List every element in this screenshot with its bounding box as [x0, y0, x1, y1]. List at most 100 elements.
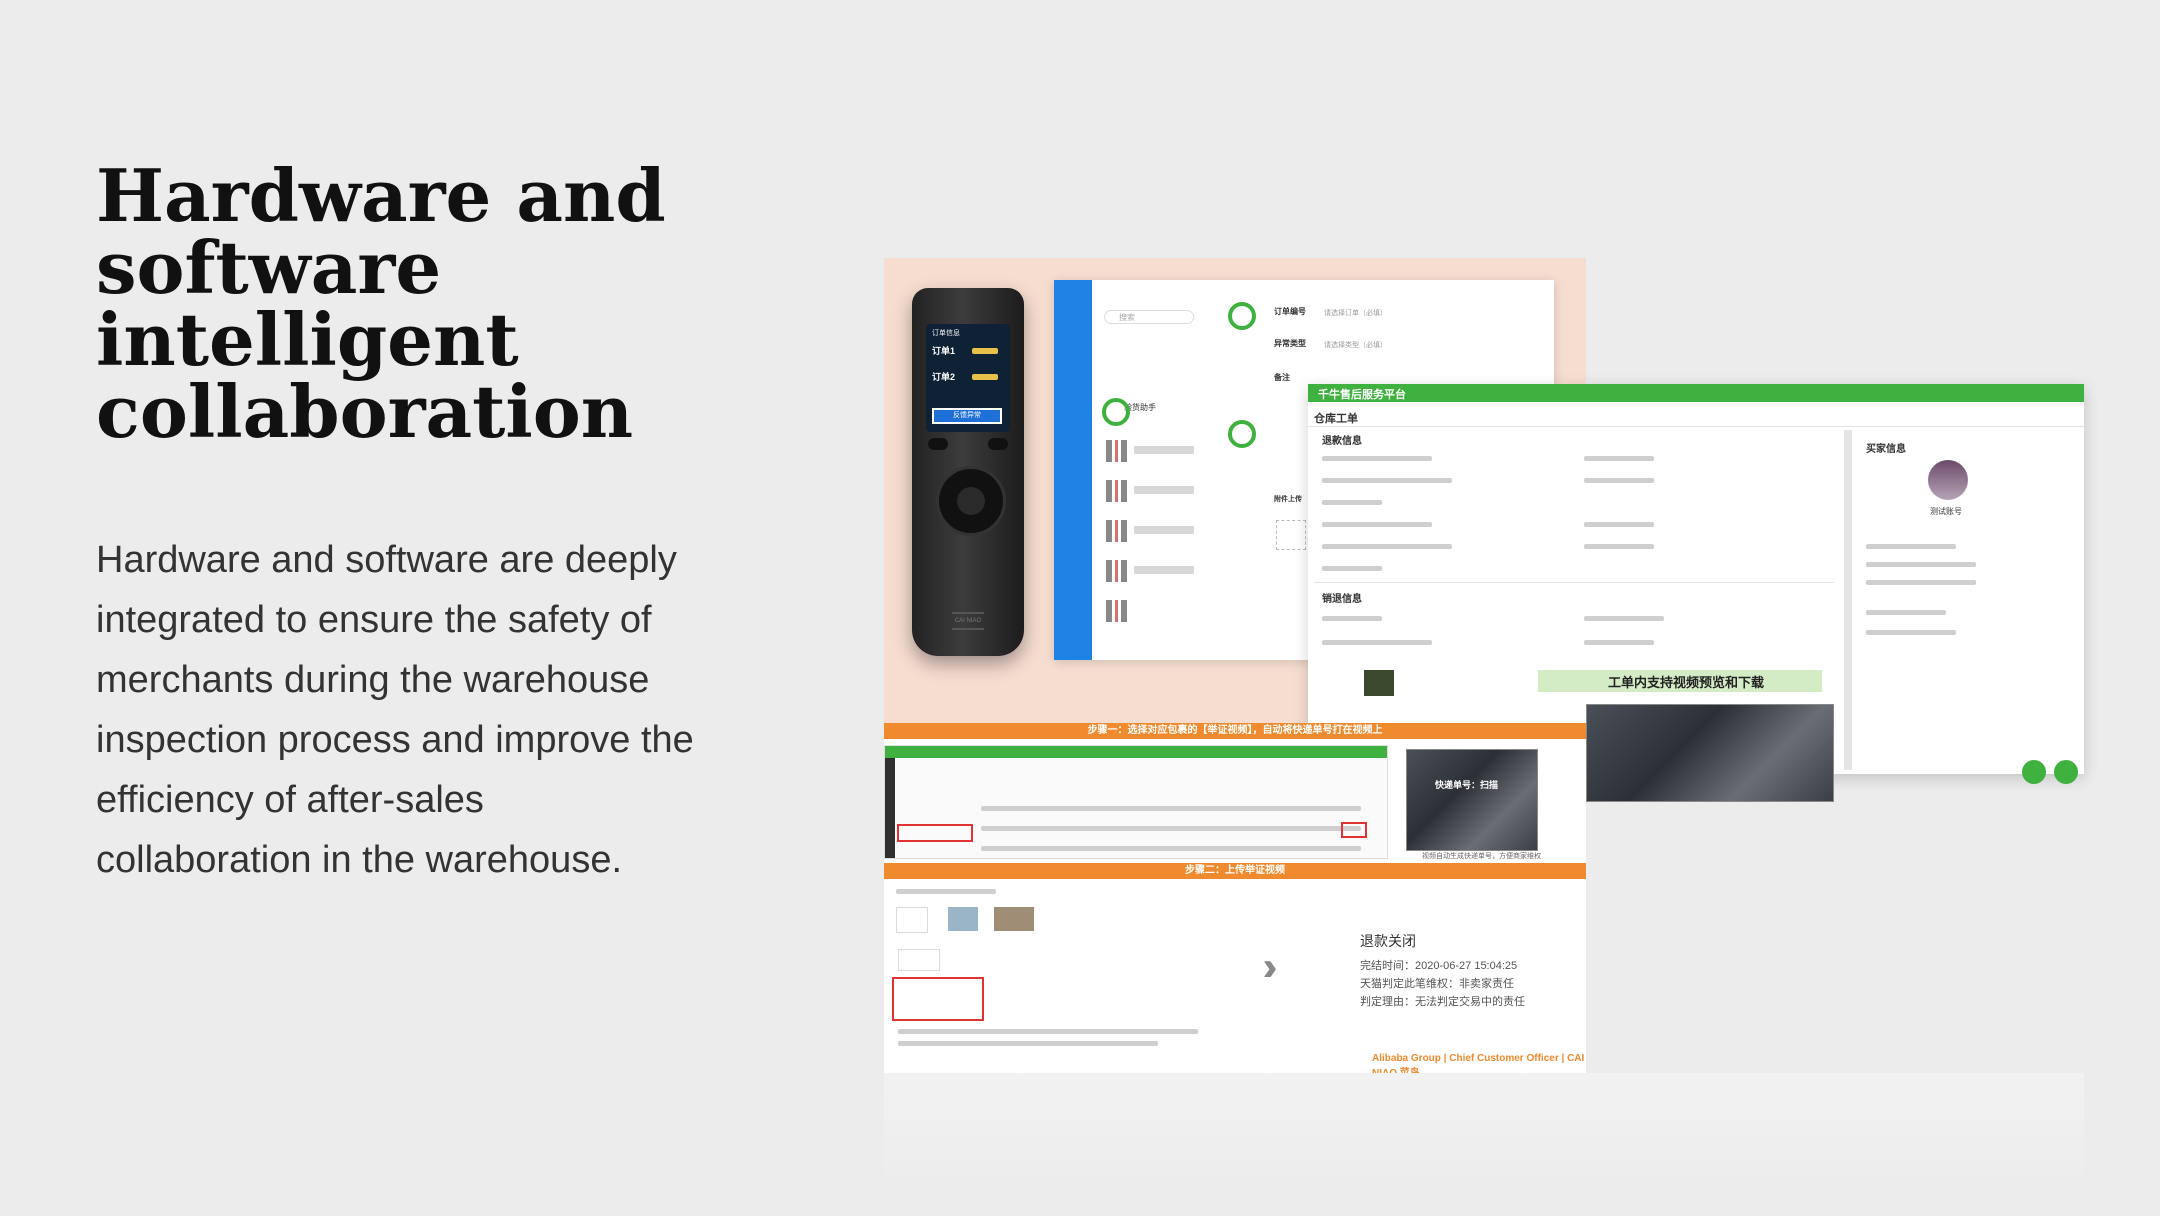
check-icon: [1228, 420, 1256, 448]
form-field: [898, 1041, 1158, 1046]
back-key-icon[interactable]: [928, 438, 948, 450]
table-row: [981, 846, 1361, 851]
refund-section-title: 退款信息: [1322, 436, 1362, 447]
refund-field: [1584, 478, 1654, 483]
avatar: [1106, 560, 1128, 582]
page-title: Hardware and software intelligent collab…: [96, 153, 666, 454]
attachment-label: 附件上传: [1274, 496, 1302, 503]
message-preview: [1134, 566, 1194, 574]
description-text: Hardware and software are deeply integra…: [96, 539, 694, 881]
refund-field: [1584, 522, 1654, 527]
inspection-video[interactable]: [1586, 704, 1834, 802]
dpad-center[interactable]: [957, 487, 985, 515]
refund-field: [1584, 544, 1654, 549]
refund-field: [1322, 478, 1452, 483]
refund-time: 完结时间：2020-06-27 15:04:25: [1360, 960, 1518, 972]
step1-video[interactable]: 快递单号：扫描: [1406, 749, 1538, 851]
note-label: 备注: [1274, 373, 1290, 382]
service-platform-window: 千牛售后服务平台 仓库工单 退款信息 销退信息 工单内支持视频预览和下载 买家信…: [1308, 384, 2084, 802]
device-order-1-badge: [972, 348, 998, 354]
refund-field: [1322, 566, 1382, 571]
search-input[interactable]: 搜索: [1104, 310, 1194, 324]
nav-rail: [885, 758, 895, 858]
avatar: [1106, 600, 1128, 622]
video-overlay-text: 快递单号：扫描: [1435, 780, 1499, 790]
message-preview: [1134, 526, 1194, 534]
refund-status: 退款关闭: [1360, 933, 1416, 949]
device-feedback-button[interactable]: 反馈异常: [932, 408, 1002, 424]
service-platform-title: 千牛售后服务平台: [1318, 389, 1406, 401]
highlight-box: [897, 824, 973, 842]
message-preview: [1134, 446, 1194, 454]
buyer-name: 测试账号: [1930, 507, 1962, 516]
refund-field: [1584, 456, 1654, 461]
warehouse-field: [1584, 616, 1664, 621]
refund-field: [1322, 500, 1382, 505]
buyer-field: [1866, 544, 1956, 549]
refund-verdict: 天猫判定此笔维权：非卖家责任: [1360, 978, 1514, 990]
buyer-field: [1866, 580, 1976, 585]
form-field: [898, 1029, 1198, 1034]
divider: [1308, 426, 2084, 427]
tab-warehouse-ticket[interactable]: 仓库工单: [1314, 410, 1358, 426]
service-header-bar: [1308, 384, 2084, 402]
upload-button[interactable]: [1276, 520, 1306, 550]
app-sidebar: [1054, 280, 1092, 660]
process-steps-panel: 步骤一：选择对应包裹的【举证视频】，自动将快递单号打在视频上 快递单号：扫描 视…: [884, 723, 1586, 1073]
device-feedback-label: 反馈异常: [953, 412, 981, 419]
form-field: [896, 889, 996, 894]
highlight-box: [892, 977, 984, 1021]
refund-reason: 判定理由：无法判定交易中的责任: [1360, 996, 1525, 1008]
buyer-field: [1866, 630, 1956, 635]
device-screen-header: 订单信息: [932, 330, 960, 337]
warehouse-section-title: 销退信息: [1322, 594, 1362, 605]
upload-thumb[interactable]: [994, 907, 1034, 931]
avatar: [1106, 480, 1128, 502]
video-note: 视频自动生成快递单号，方便商家维权: [1422, 853, 1541, 860]
warehouse-field: [1584, 640, 1654, 645]
reflection: [884, 1073, 2084, 1193]
avatar: [1106, 440, 1128, 462]
warehouse-field: [1322, 616, 1382, 621]
device-order-2: 订单2: [932, 372, 956, 382]
step1-text: 步骤一：选择对应包裹的【举证视频】，自动将快递单号打在视频上: [1087, 725, 1383, 736]
table-row: [981, 826, 1361, 831]
highlight-box: [1341, 822, 1367, 838]
device-logo: CAI NIAO: [952, 612, 984, 630]
scrollbar[interactable]: [1844, 430, 1852, 770]
device-order-2-badge: [972, 374, 998, 380]
step2-text: 步骤二：上传举证视频: [1185, 865, 1285, 876]
scanner-device: 订单信息 订单1 订单2 反馈异常 CAI NIAO: [912, 288, 1024, 656]
table-row: [981, 806, 1361, 811]
order-number-label: 订单编号: [1274, 307, 1306, 316]
device-order-1: 订单1: [932, 346, 956, 356]
refund-field: [1322, 522, 1432, 527]
avatar: [1106, 520, 1128, 542]
video-caption: 工单内支持视频预览和下载: [1608, 675, 1765, 690]
share-icon[interactable]: [2022, 760, 2046, 784]
check-icon: [1228, 302, 1256, 330]
refund-field: [1322, 456, 1432, 461]
divider: [1314, 582, 1834, 583]
buyer-section-title: 买家信息: [1866, 444, 1906, 455]
device-screen: 订单信息 订单1 订单2 反馈异常: [926, 324, 1010, 432]
menu-key-icon[interactable]: [988, 438, 1008, 450]
upload-thumb[interactable]: [948, 907, 978, 931]
order-number-select[interactable]: 请选择订单（必填）: [1324, 308, 1387, 318]
upload-button[interactable]: [898, 949, 940, 971]
exception-type-label: 异常类型: [1274, 339, 1306, 348]
upload-thumb[interactable]: [896, 907, 928, 933]
check-icon: [1102, 398, 1130, 426]
warehouse-field: [1322, 640, 1432, 645]
green-header: [885, 746, 1387, 758]
download-icon[interactable]: [2054, 760, 2078, 784]
refund-field: [1322, 544, 1452, 549]
package-photo[interactable]: [1364, 670, 1394, 696]
product-collage: 订单信息 订单1 订单2 反馈异常 CAI NIAO 搜索 验货助手 订单编号 …: [884, 258, 2084, 1198]
brand-footer: Alibaba Group | Chief Customer Officer |…: [1372, 1053, 1585, 1073]
buyer-field: [1866, 562, 1976, 567]
dpad-icon[interactable]: [936, 466, 1006, 536]
buyer-field: [1866, 610, 1946, 615]
step1-screenshot: [884, 745, 1388, 859]
exception-type-select[interactable]: 请选择类型（必填）: [1324, 340, 1387, 350]
